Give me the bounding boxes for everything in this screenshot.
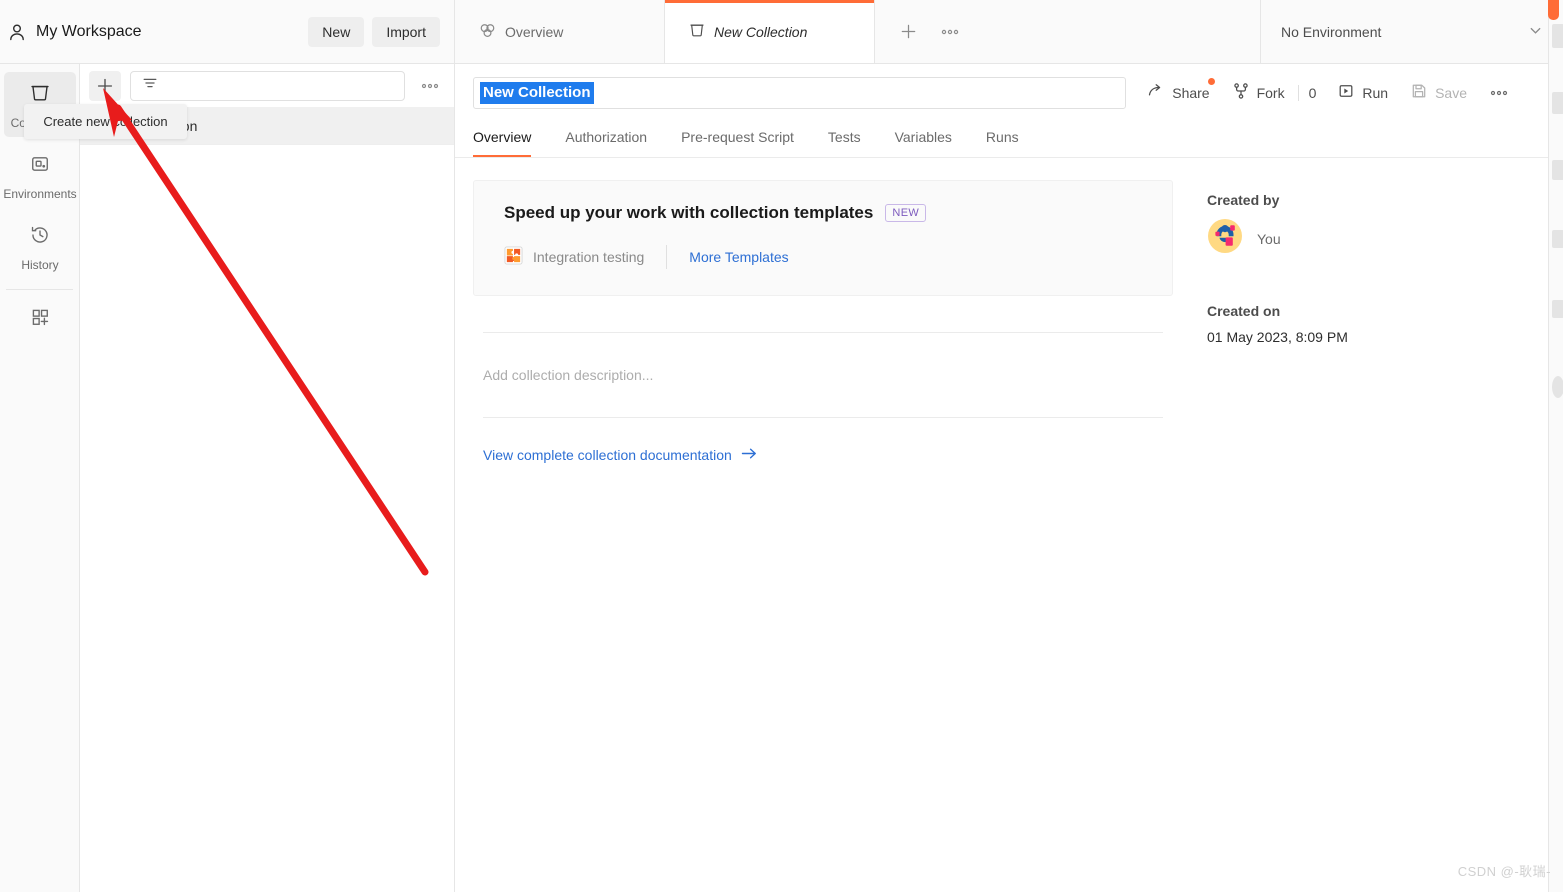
right-rail-icon-5[interactable] <box>1552 300 1563 318</box>
created-by-row: You <box>1207 218 1507 259</box>
tab-new-collection-label: New Collection <box>714 23 808 40</box>
status-badge: NEW <box>885 204 927 222</box>
fork-branch-icon <box>1232 82 1250 103</box>
fork-button[interactable]: Fork <box>1221 76 1296 109</box>
arrow-right-icon <box>741 446 758 464</box>
tab-runs[interactable]: Runs <box>986 129 1019 157</box>
tab-tests[interactable]: Tests <box>828 129 861 157</box>
collection-name-bar: New Collection Share Fork 0 Run Save <box>455 64 1548 119</box>
more-templates-link[interactable]: More Templates <box>667 249 788 265</box>
new-button[interactable]: New <box>308 16 365 47</box>
left-icon-rail: Collections Environments History <box>0 64 80 892</box>
share-button[interactable]: Share <box>1136 76 1220 109</box>
watermark: CSDN @-耿瑞- <box>1457 864 1551 879</box>
right-rail-icon-3[interactable] <box>1552 160 1563 180</box>
created-on-block: Created on 01 May 2023, 8:09 PM <box>1207 303 1507 345</box>
save-label: Save <box>1435 84 1467 101</box>
collection-action-bar: Share Fork 0 Run Save <box>1136 76 1530 109</box>
sidebar-item-new-apps[interactable] <box>4 296 76 347</box>
floppy-disk-icon <box>1410 82 1428 103</box>
workspace-title: My Workspace <box>36 22 142 40</box>
environment-selector[interactable]: No Environment <box>1260 0 1563 63</box>
tab-overview[interactable]: Overview <box>473 129 532 157</box>
sidebar-item-environments[interactable]: Environments <box>3 143 77 208</box>
tab-overview[interactable]: Overview <box>455 0 665 63</box>
workspace-zone: My Workspace New Import <box>0 0 455 63</box>
overview-left-column: Speed up your work with collection templ… <box>473 180 1173 464</box>
new-apps-icon <box>29 306 51 333</box>
environment-selected-label: No Environment <box>1281 23 1382 40</box>
environment-icon <box>29 153 51 180</box>
play-icon <box>1337 82 1355 103</box>
create-new-collection-button[interactable] <box>89 70 121 101</box>
template-label: Integration testing <box>533 249 645 265</box>
templates-links: Integration testing More Templates <box>504 245 1142 269</box>
puzzle-piece-icon <box>504 246 523 268</box>
created-on-label: Created on <box>1207 303 1281 319</box>
run-button[interactable]: Run <box>1326 76 1399 109</box>
postman-app-window: My Workspace New Import Overview New Col… <box>0 0 1563 892</box>
tab-overview-label: Overview <box>505 23 564 40</box>
right-rail-icon-6[interactable] <box>1552 376 1563 398</box>
tab-strip: Overview New Collection <box>455 0 1260 63</box>
collections-sidebar: New Collection <box>80 64 455 892</box>
right-sidebar-rail[interactable] <box>1548 0 1563 892</box>
tab-pre-request-script[interactable]: Pre-request Script <box>681 129 794 157</box>
created-by-value: You <box>1257 230 1281 247</box>
collection-name-value: New Collection <box>480 81 594 104</box>
templates-title-row: Speed up your work with collection templ… <box>504 203 1142 223</box>
fork-count: 0 <box>1297 84 1327 101</box>
collection-tabs: Overview Authorization Pre-request Scrip… <box>455 119 1548 158</box>
collection-description-input[interactable]: Add collection description... <box>473 333 1173 417</box>
right-rail-icon-1[interactable] <box>1552 24 1563 48</box>
collection-name-input[interactable]: New Collection <box>473 76 1127 109</box>
templates-title: Speed up your work with collection templ… <box>504 203 874 222</box>
tab-actions <box>875 0 984 63</box>
fork-label: Fork <box>1256 84 1285 101</box>
tooltip: Create new collection <box>24 104 187 139</box>
collection-templates-card: Speed up your work with collection templ… <box>473 180 1173 296</box>
filter-sort-icon <box>141 74 159 97</box>
collection-main-pane: New Collection Share Fork 0 Run Save Ove… <box>455 64 1548 892</box>
right-rail-icon-4[interactable] <box>1552 230 1563 248</box>
history-clock-icon <box>29 224 51 251</box>
sidebar-item-history[interactable]: History <box>4 214 76 279</box>
rail-label-environments: Environments <box>3 187 77 201</box>
tab-new-collection[interactable]: New Collection <box>665 0 875 63</box>
search-input[interactable] <box>130 70 405 101</box>
share-notification-badge <box>1207 78 1215 85</box>
overview-circles-icon <box>479 22 496 42</box>
share-label: Share <box>1172 84 1210 101</box>
tab-variables[interactable]: Variables <box>895 129 952 157</box>
tab-more-ellipsis-icon[interactable] <box>940 28 960 36</box>
template-integration-testing[interactable]: Integration testing <box>504 246 666 268</box>
share-arrow-icon <box>1147 82 1165 103</box>
overview-content: Speed up your work with collection templ… <box>455 158 1548 464</box>
run-label: Run <box>1362 84 1389 101</box>
import-button[interactable]: Import <box>372 16 440 47</box>
view-documentation-link[interactable]: View complete collection documentation <box>473 418 1173 464</box>
tab-authorization[interactable]: Authorization <box>565 129 647 157</box>
right-rail-icon-2[interactable] <box>1552 92 1563 114</box>
created-by-label: Created by <box>1207 192 1280 208</box>
documentation-link-label: View complete collection documentation <box>483 447 732 463</box>
sidebar-more-ellipsis-icon[interactable] <box>414 82 446 90</box>
user-icon <box>6 21 28 43</box>
collection-metadata-panel: Created by You Created on 01 May 2023, 8… <box>1207 180 1507 464</box>
plus-icon[interactable] <box>899 22 918 41</box>
avatar <box>1207 218 1243 259</box>
collection-icon <box>689 22 705 41</box>
save-button[interactable]: Save <box>1399 76 1478 109</box>
collection-more-ellipsis-icon[interactable] <box>1478 83 1520 103</box>
rail-divider <box>6 289 73 290</box>
workspace-buttons: New Import <box>308 16 454 47</box>
rail-label-history: History <box>21 258 59 272</box>
chevron-down-icon <box>1528 23 1543 41</box>
created-on-value: 01 May 2023, 8:09 PM <box>1207 329 1348 345</box>
sidebar-toolbar <box>80 64 454 107</box>
top-bar: My Workspace New Import Overview New Col… <box>0 0 1563 64</box>
tab-indicator-nub <box>1548 0 1559 20</box>
